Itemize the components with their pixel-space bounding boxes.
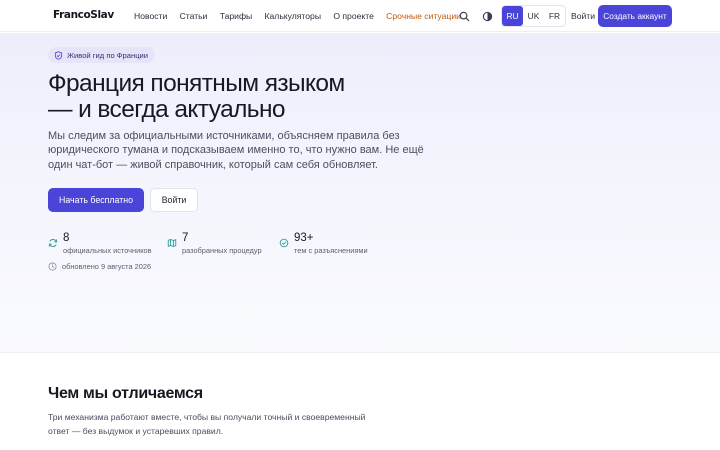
theme-toggle-icon[interactable] [479, 8, 495, 24]
nav-calculators[interactable]: Калькуляторы [265, 11, 322, 21]
nav-urgent[interactable]: Срочные ситуации [386, 11, 461, 21]
stat-sources-label: официальных источников [63, 246, 152, 255]
stat-topics-value: 93+ [294, 232, 314, 244]
hero-title-line1: Франция понятным языком [48, 70, 345, 97]
search-icon[interactable] [456, 8, 472, 24]
nav-articles[interactable]: Статьи [180, 11, 208, 21]
badge-label: Живой гид по Франции [67, 50, 149, 60]
clock-icon [48, 262, 57, 271]
main-nav: Новости Статьи Тарифы Калькуляторы О про… [134, 11, 473, 21]
hero-description: Мы следим за официальными источниками, о… [48, 130, 424, 171]
refresh-icon [48, 238, 58, 248]
updated-info: обновлено 9 августа 2026 [48, 262, 151, 271]
nav-about[interactable]: О проекте [333, 11, 374, 21]
stat-procedures-label: разобранных процедур [182, 246, 262, 255]
create-account-button[interactable]: Создать аккаунт [598, 5, 672, 27]
stat-sources-value: 8 [63, 232, 70, 244]
hero-login-button[interactable]: Войти [150, 188, 198, 212]
hero-title: Франция понятным языком — и всегда актуа… [48, 71, 468, 123]
updated-label: обновлено 9 августа 2026 [62, 262, 152, 271]
start-free-button[interactable]: Начать бесплатно [48, 188, 144, 212]
login-link[interactable]: Войти [571, 11, 595, 21]
check-circle-icon [279, 238, 289, 248]
map-icon [167, 239, 177, 247]
section-description: Три механизма работают вместе, чтобы вы … [48, 412, 366, 436]
hero-title-line2: — и всегда актуально [48, 96, 286, 123]
section-title: Чем мы отличаемся [48, 385, 203, 402]
lang-uk[interactable]: UK [523, 6, 544, 26]
stat-topics-label: тем с разъяснениями [294, 246, 368, 255]
nav-news[interactable]: Новости [134, 11, 167, 21]
stat-procedures-value: 7 [182, 232, 189, 244]
logo[interactable]: FrancoSlav [53, 9, 114, 21]
language-switcher: RU UK FR [501, 5, 566, 27]
lang-fr[interactable]: FR [544, 6, 565, 26]
lang-ru[interactable]: RU [502, 6, 523, 26]
top-header: FrancoSlav Новости Статьи Тарифы Калькул… [0, 0, 720, 32]
nav-pricing[interactable]: Тарифы [220, 11, 252, 21]
shield-check-icon [54, 50, 63, 60]
hero-badge: Живой гид по Франции [48, 47, 156, 63]
